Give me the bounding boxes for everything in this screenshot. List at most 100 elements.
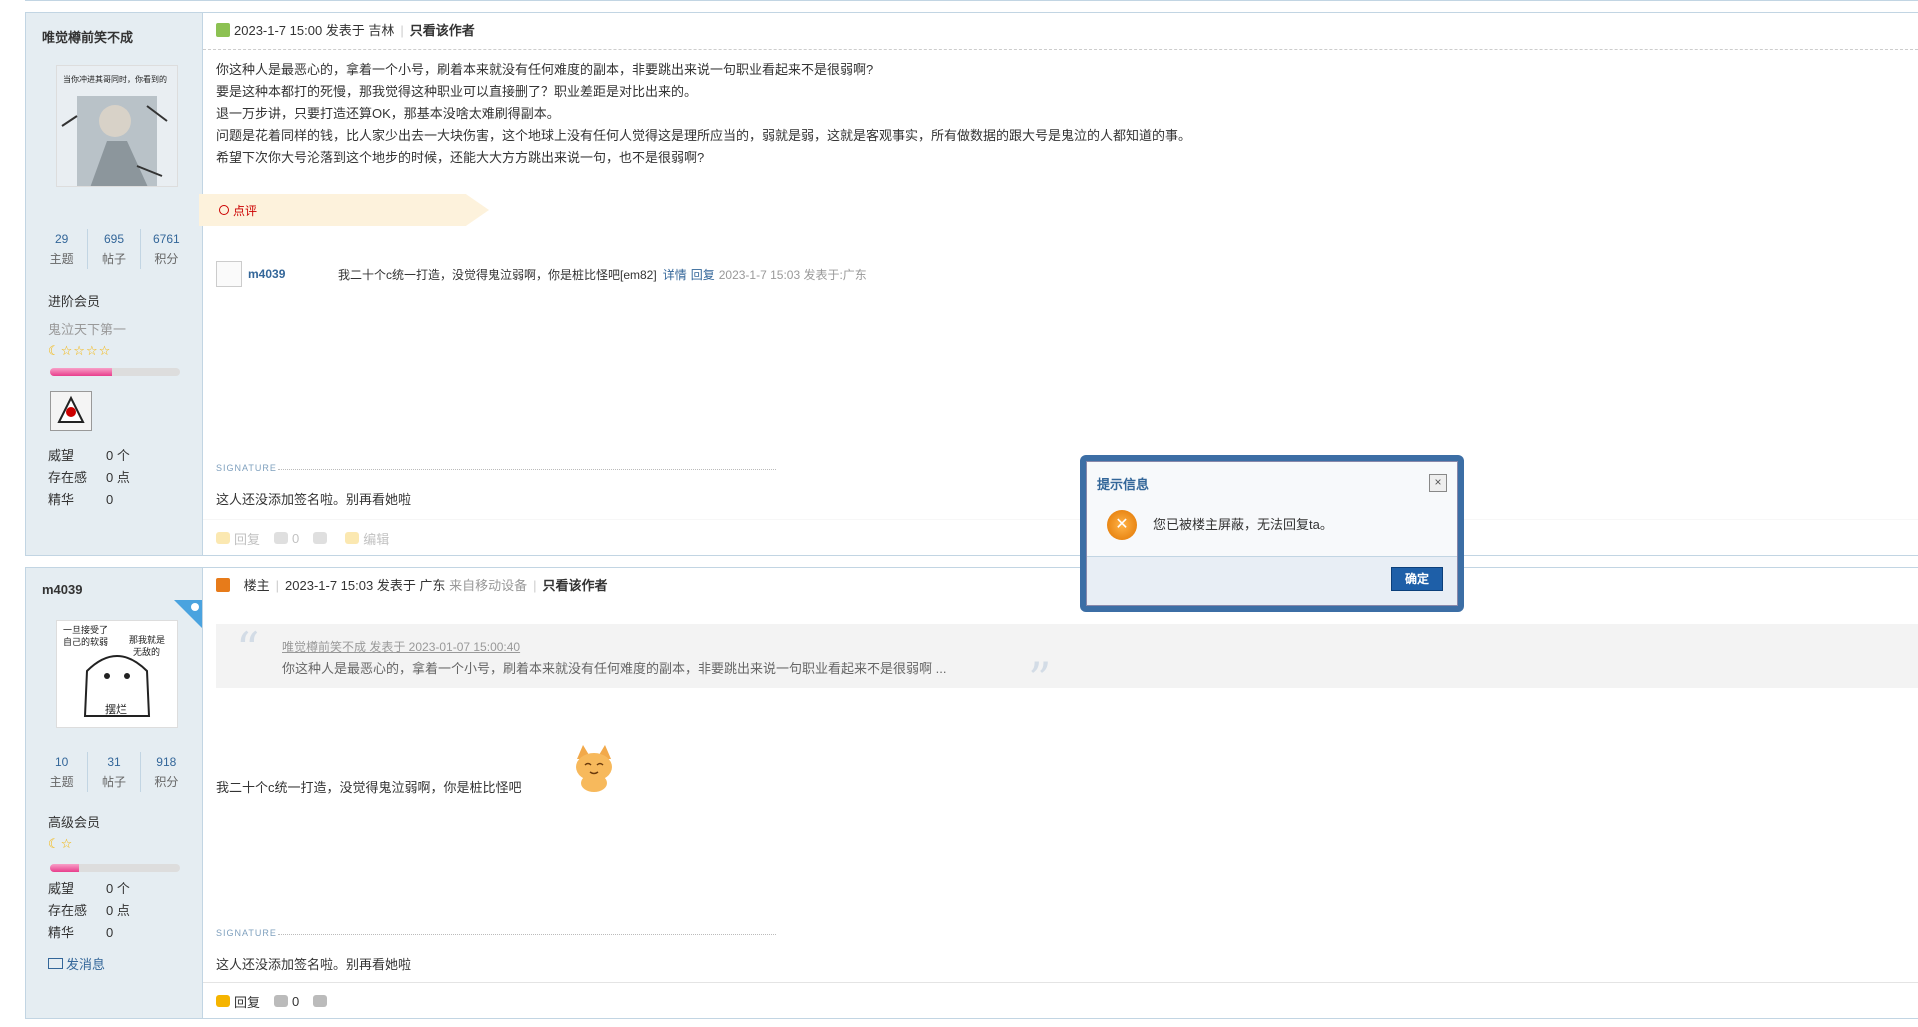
user-stats: 29 主题 695 帖子 6761 积分 — [36, 229, 192, 269]
level-progress — [50, 368, 180, 376]
thumbs-up-icon — [274, 532, 289, 544]
avatar-meme-icon: 一旦接受了 自己的软弱 那我就是 无敌的 摆烂 — [57, 621, 177, 727]
comment-detail-link[interactable]: 详情 — [663, 266, 687, 283]
top-divider — [25, 0, 1918, 1]
user-level[interactable]: 高级会员 — [48, 812, 100, 831]
ok-button[interactable]: 确定 — [1391, 567, 1443, 591]
content-line: 要是这种本都打的死慢，那我觉得这种职业可以直接删了？职业差距是对比出来的。 — [216, 84, 698, 99]
only-author-link[interactable]: 只看该作者 — [542, 578, 607, 593]
signature-text: 这人还没添加签名啦。别再看她啦 — [216, 957, 412, 972]
comment-row: m4039 我二十个c统一打造，没觉得鬼泣弱啊，你是桩比怪吧[em82] 详情 … — [216, 261, 867, 287]
post-content: 你这种人是最恶心的，拿着一个小号，刷着本来就没有任何难度的副本，非要跳出来说一句… — [216, 59, 1191, 169]
level-progress-fill — [50, 864, 79, 872]
post-header: 2023-1-7 15:00 发表于 吉林 | 只看该作者 — [203, 13, 1918, 50]
quote-source-link[interactable]: 唯觉樽前笑不成 发表于 2023-01-07 15:00:40 — [282, 638, 520, 655]
info-presence: 存在感 0 点 — [48, 903, 130, 918]
rate-tab[interactable]: 点评 — [199, 194, 489, 226]
avatar-image-icon: 当你冲进其哥同时，你看到的 — [57, 66, 177, 186]
user-level[interactable]: 进阶会员 — [48, 291, 100, 310]
thumbs-down-icon — [313, 995, 328, 1007]
stat-threads[interactable]: 29 主题 — [36, 229, 89, 269]
reply-icon — [216, 995, 230, 1007]
author-name[interactable]: 唯觉樽前笑不成 — [42, 27, 133, 46]
info-prestige: 威望 0 个 — [48, 448, 130, 463]
post-header: 楼主 | 2023-1-7 15:03 发表于 广东 来自移动设备 | 只看该作者 — [203, 568, 1918, 604]
op-badge: 楼主 — [243, 578, 270, 593]
only-author-link[interactable]: 只看该作者 — [410, 23, 475, 38]
content-line: 希望下次你大号沦落到这个地步的时候，还能大大方方跳出来说一句，也不是很弱啊? — [216, 150, 705, 165]
post-actions: 回复 0 编辑 — [203, 519, 1918, 556]
medal-image-icon — [51, 392, 91, 430]
author-sidebar: m4039 一旦接受了 自己的软弱 那我就是 无敌的 摆烂 10 主题 31 帖… — [26, 568, 203, 1018]
edit-button[interactable]: 编辑 — [345, 529, 389, 548]
user-info: 威望 0 个 存在感 0 点 精华 0 — [48, 445, 130, 511]
rate-label: 点评 — [233, 204, 258, 218]
thumbs-up-icon — [274, 995, 289, 1007]
post-main: 2023-1-7 15:00 发表于 吉林 | 只看该作者 你这种人是最恶心的，拿着… — [199, 13, 1918, 556]
user-stats: 10 主题 31 帖子 918 积分 — [36, 752, 192, 792]
svg-text:无敌的: 无敌的 — [133, 646, 160, 658]
info-digest: 精华 0 — [48, 925, 114, 940]
stat-credits[interactable]: 6761 积分 — [141, 229, 192, 269]
stat-posts[interactable]: 31 帖子 — [88, 752, 141, 792]
author-name[interactable]: m4039 — [42, 582, 82, 597]
thread-starter-icon — [216, 578, 230, 592]
medal-icon[interactable] — [50, 391, 92, 431]
like-button[interactable]: 0 — [274, 994, 299, 1009]
content-line: 问题是花着同样的钱，比人家少出去一大块伤害，这个地球上没有任何人觉得这是理所应当… — [216, 128, 1192, 143]
reply-button[interactable]: 回复 — [216, 529, 260, 548]
quote-text: 你这种人是最恶心的，拿着一个小号，刷着本来就没有任何难度的副本，非要跳出来说一句… — [282, 661, 947, 676]
stat-threads[interactable]: 10 主题 — [36, 752, 89, 792]
signature-divider: SIGNATURE — [216, 463, 776, 475]
reply-icon — [216, 532, 230, 544]
reply-button[interactable]: 回复 — [216, 992, 260, 1011]
info-presence: 存在感 0 点 — [48, 470, 130, 485]
svg-text:自己的软弱: 自己的软弱 — [63, 636, 108, 648]
level-progress-fill — [50, 368, 113, 376]
svg-text:那我就是: 那我就是 — [129, 634, 165, 646]
custom-title: 鬼泣天下第一 — [48, 322, 127, 337]
comment-avatar[interactable] — [216, 261, 242, 287]
dialog-title: 提示信息 — [1097, 477, 1150, 492]
comment-user[interactable]: m4039 — [248, 267, 338, 281]
post-1: 唯觉樽前笑不成 当你冲进其哥同时，你看到的 29 主题 695 帖子 6761 — [25, 12, 1918, 556]
svg-text:当你冲进其哥同时，你看到的: 当你冲进其哥同时，你看到的 — [63, 74, 167, 84]
quote-block: “ 唯觉樽前笑不成 发表于 2023-01-07 15:00:40 你这种人是最… — [216, 622, 1918, 706]
content-line: 你这种人是最恶心的，拿着一个小号，刷着本来就没有任何难度的副本，非要跳出来说一句… — [216, 62, 874, 77]
like-button[interactable]: 0 — [274, 531, 299, 546]
info-digest: 精华 0 — [48, 492, 114, 507]
user-info: 威望 0 个 存在感 0 点 精华 0 — [48, 878, 130, 944]
level-stars-icon: ☾☆☆☆☆ — [48, 343, 112, 358]
comment-reply-link[interactable]: 回复 — [691, 266, 715, 283]
dialog-footer: 确定 — [1087, 556, 1457, 605]
post-main: 楼主 | 2023-1-7 15:03 发表于 广东 来自移动设备 | 只看该作者 “ … — [203, 568, 1918, 1018]
avatar[interactable]: 当你冲进其哥同时，你看到的 — [56, 65, 178, 187]
quote-open-icon: “ — [236, 622, 260, 676]
post-actions: 回复 0 — [203, 982, 1918, 1019]
pencil-icon — [345, 532, 360, 544]
online-status-icon — [216, 23, 230, 37]
reply-content: 我二十个c统一打造，没觉得鬼泣弱啊，你是桩比怪吧 — [216, 780, 522, 795]
dislike-button[interactable] — [313, 995, 331, 1007]
quote-close-icon: ” — [1028, 652, 1052, 706]
stat-credits[interactable]: 918 积分 — [141, 752, 192, 792]
post-2: m4039 一旦接受了 自己的软弱 那我就是 无敌的 摆烂 10 主题 31 帖… — [25, 567, 1918, 1019]
device-label: 来自移动设备 — [449, 578, 528, 593]
post-datetime: 2023-1-7 15:00 发表于 吉林 — [234, 23, 395, 38]
error-icon: ✕ — [1107, 510, 1137, 540]
level-stars-icon: ☾☆ — [48, 836, 74, 851]
avatar[interactable]: 一旦接受了 自己的软弱 那我就是 无敌的 摆烂 — [56, 620, 178, 728]
level-progress — [50, 864, 180, 872]
cat-emoji-icon — [576, 745, 612, 792]
alert-dialog: 提示信息 × ✕ 您已被楼主屏蔽，无法回复ta。 确定 — [1080, 455, 1464, 612]
send-message-link[interactable]: 发消息 — [48, 954, 105, 973]
dislike-button[interactable] — [313, 532, 331, 544]
signature-divider: SIGNATURE — [216, 928, 776, 940]
corner-badge-icon — [174, 600, 202, 628]
content-line: 退一万步讲，只要打造还算OK，那基本没啥太难刷得副本。 — [216, 106, 560, 121]
close-icon[interactable]: × — [1429, 474, 1447, 492]
info-prestige: 威望 0 个 — [48, 881, 130, 896]
comment-meta: 2023-1-7 15:03 发表于:广东 — [718, 267, 867, 282]
stat-posts[interactable]: 695 帖子 — [88, 229, 141, 269]
mail-icon — [48, 958, 63, 969]
